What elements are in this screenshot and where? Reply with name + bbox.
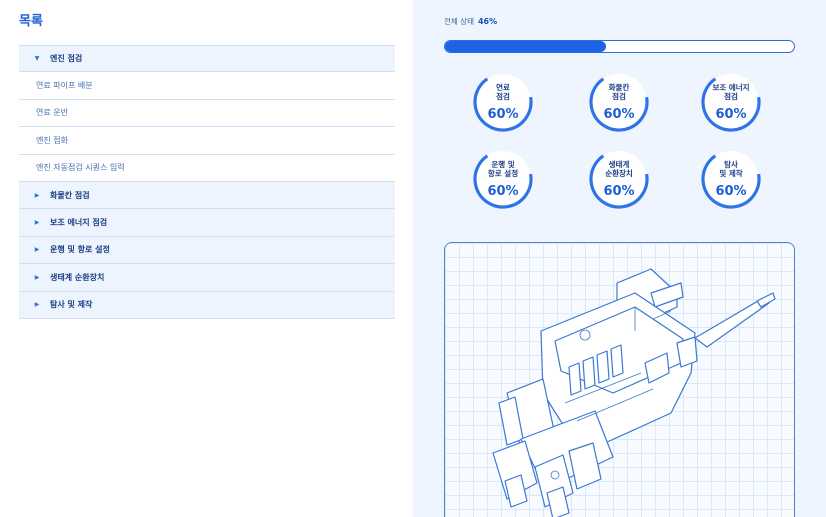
group-ecosystem-circulator[interactable]: ▶ 생태계 순환장치 [19,264,395,292]
item-label: 연료 파이프 배분 [36,81,93,91]
gauge-value: 60% [715,107,747,122]
group-label: 탐사 및 제작 [50,300,93,310]
group-cargo-check[interactable]: ▶ 화물칸 점검 [19,181,395,210]
item-label: 엔진 점화 [36,135,68,145]
group-navigation-route[interactable]: ▶ 운행 및 항로 설정 [19,236,395,265]
gauge-aux-energy-check: 보조 에너지 점검 60% [700,71,762,133]
group-label: 화물칸 점검 [50,190,90,200]
blueprint-panel [444,242,795,517]
item-engine-auto-sequence[interactable]: 엔진 자동점검 시퀀스 입력 [19,154,395,182]
overall-progress-bar [444,40,795,53]
overall-status-label: 전체 상태 [444,17,474,26]
gauge-navigation-route: 운행 및 항로 설정 60% [472,148,534,210]
gauge-ring [701,149,761,209]
gauge-exploration-crafting: 탐사 및 제작 60% [700,148,762,210]
gauge-ring [589,72,649,132]
blueprint-machine-illustration [492,268,776,517]
progress-fill [445,41,606,52]
gauge-label: 연료 점검 [496,83,510,101]
group-label: 보조 에너지 점검 [50,218,108,228]
gauge-label: 탐사 및 제작 [719,160,743,178]
group-aux-energy-check[interactable]: ▶ 보조 에너지 점검 [19,209,395,237]
group-label: 운행 및 항로 설정 [50,245,110,255]
item-engine-ignition[interactable]: 엔진 점화 [19,127,395,155]
gauge-label: 운행 및 항로 설정 [487,160,519,178]
gauge-ecosystem-circulator: 생태계 순환장치 60% [588,148,650,210]
checklist-title: 목록 [19,14,43,29]
overall-status: 전체 상태 46% [444,16,497,27]
group-engine-check[interactable]: ▼ 엔진 점검 [19,45,395,73]
gauge-fuel-check: 연료 점검 60% [472,71,534,133]
gauge-ring [589,149,649,209]
caret-right-icon: ▶ [34,273,40,281]
caret-right-icon: ▶ [34,191,40,199]
gauge-cargo-check: 화물칸 점검 60% [588,71,650,133]
gauge-value: 60% [603,184,635,199]
gauge-label: 보조 에너지 점검 [712,83,750,101]
gauge-ring [701,72,761,132]
group-label: 엔진 점검 [50,54,83,64]
item-label: 엔진 자동점검 시퀀스 입력 [36,163,125,173]
checklist-pane: 목록 ▼ 엔진 점검 연료 파이프 배분 연료 운반 엔진 점화 엔진 자동점검… [0,0,413,517]
item-fuel-pipe-distribution[interactable]: 연료 파이프 배분 [19,72,395,100]
gauge-ring [473,149,533,209]
item-label: 연료 운반 [36,108,68,118]
gauge-label: 생태계 순환장치 [605,160,633,178]
caret-right-icon: ▶ [34,219,40,227]
overall-status-value: 46% [477,17,498,26]
gauge-label: 화물칸 점검 [608,83,630,101]
caret-right-icon: ▶ [34,246,40,254]
gauge-ring [473,72,533,132]
checklist: ▼ 엔진 점검 연료 파이프 배분 연료 운반 엔진 점화 엔진 자동점검 시퀀… [19,45,395,319]
gauge-value: 60% [715,184,747,199]
item-fuel-transport[interactable]: 연료 운반 [19,99,395,128]
caret-right-icon: ▶ [34,301,40,309]
gauge-value: 60% [487,184,519,199]
group-exploration-crafting[interactable]: ▶ 탐사 및 제작 [19,291,395,319]
gauge-value: 60% [487,107,519,122]
caret-down-icon: ▼ [34,55,40,63]
gauge-value: 60% [603,107,635,122]
status-pane: 전체 상태 46% 연료 점검 60% 화물칸 점검 60% 보조 에너지 점검 … [413,0,826,517]
group-label: 생태계 순환장치 [50,272,105,282]
